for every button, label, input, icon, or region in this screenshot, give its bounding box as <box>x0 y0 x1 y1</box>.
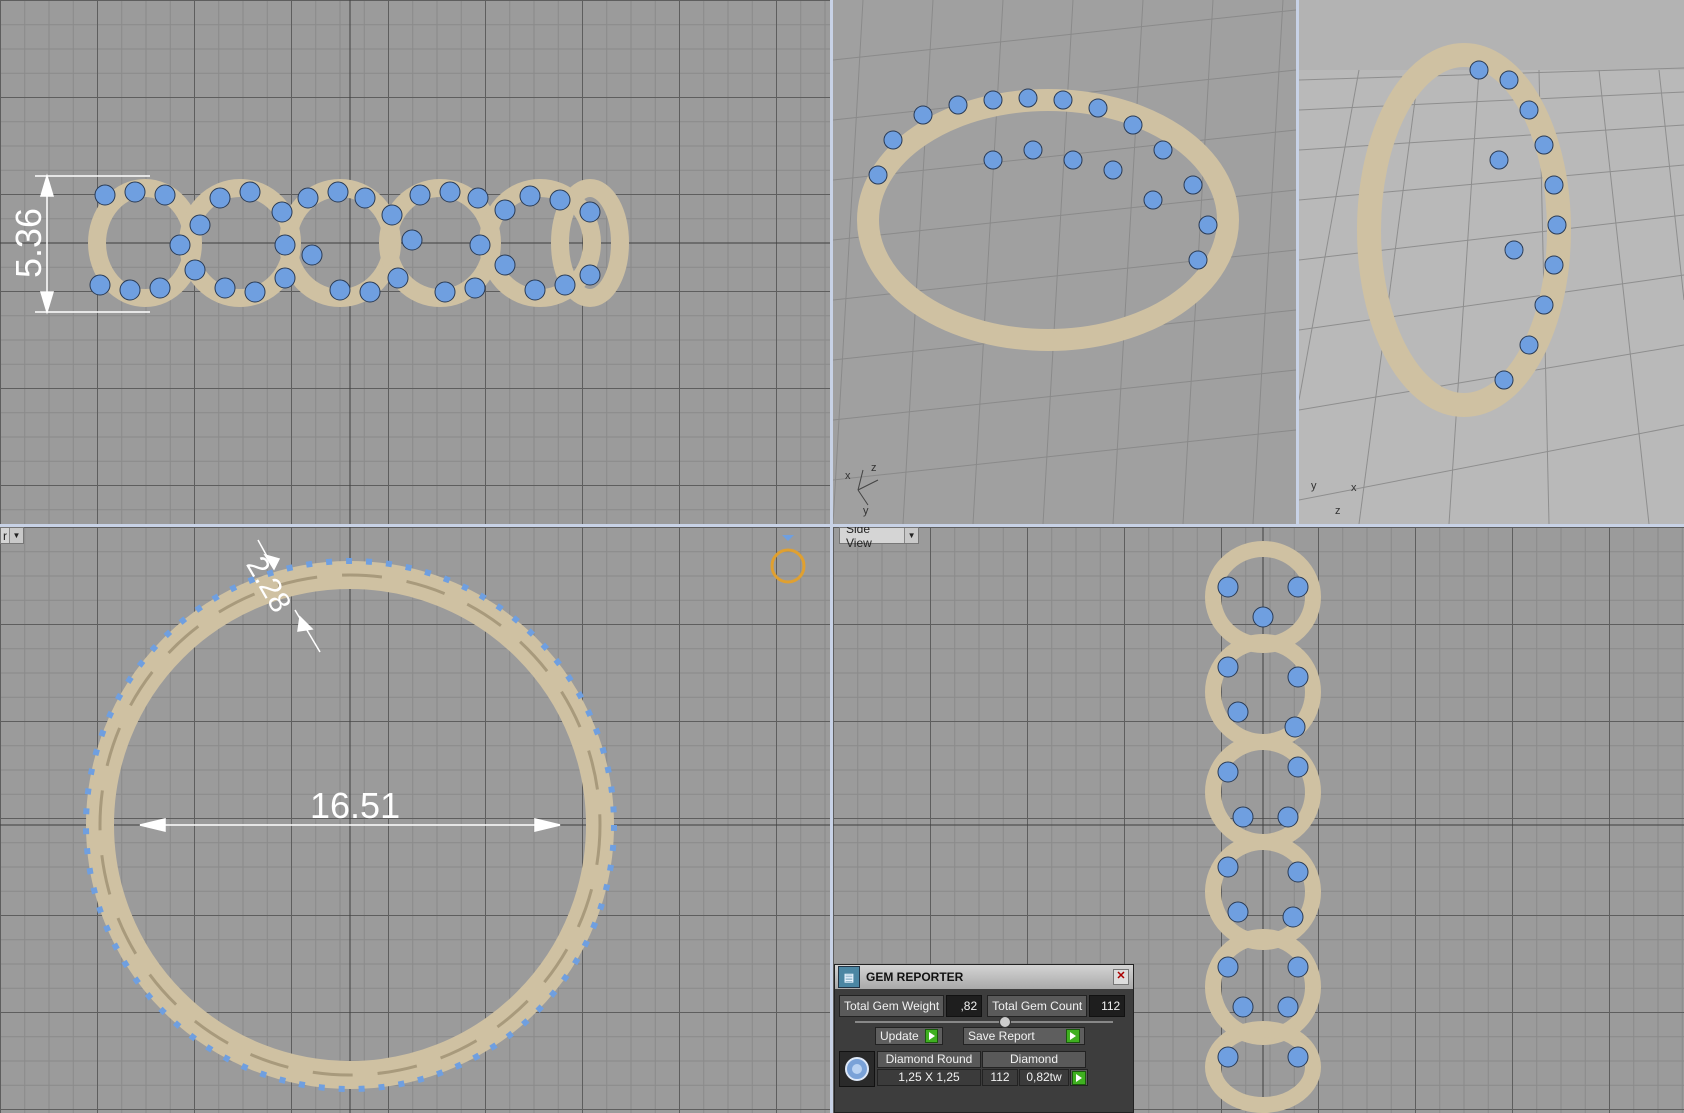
totals-row: Total Gem Weight ,82 Total Gem Count 112 <box>835 995 1133 1017</box>
axis2-label-z: z <box>1335 505 1341 517</box>
gem-shape: Diamond Round <box>877 1051 981 1068</box>
top-view-dropdown[interactable]: r ▼ <box>0 527 24 544</box>
chevron-down-icon: ▼ <box>9 528 23 543</box>
play-icon <box>1066 1029 1080 1043</box>
axis-label-y: y <box>863 505 869 517</box>
ring-gizmo-icon <box>770 535 806 584</box>
total-weight-value[interactable]: ,82 <box>946 995 983 1017</box>
chevron-down-icon: ▼ <box>904 528 918 543</box>
close-icon[interactable]: ✕ <box>1113 969 1129 985</box>
gem-row-go-button[interactable] <box>1070 1069 1088 1086</box>
ring-perspective-body <box>857 89 1239 351</box>
viewport-separator-horizontal[interactable] <box>0 524 1684 527</box>
ring-perspective-gems <box>868 88 1218 270</box>
side-view-label: Side View <box>846 527 872 550</box>
top-view-label: r <box>3 528 7 543</box>
total-weight-label: Total Gem Weight <box>839 995 945 1017</box>
axis-label-z: z <box>871 462 877 474</box>
perspective-viewport-1[interactable]: x z y <box>833 0 1296 524</box>
ring-front-gems <box>89 181 601 303</box>
axis2-label-x: x <box>1351 482 1357 494</box>
gem-count: 112 <box>982 1069 1018 1086</box>
panel-slider[interactable] <box>855 1016 1113 1028</box>
ring-perspective-2-gems <box>1469 60 1567 390</box>
viewport-separator-vertical-top[interactable] <box>1296 0 1299 524</box>
update-button-label: Update <box>880 1029 919 1043</box>
actions-row: Update Save Report <box>835 1027 1133 1045</box>
gem-material: Diamond <box>982 1051 1086 1068</box>
save-report-button[interactable]: Save Report <box>963 1027 1085 1045</box>
gem-reporter-icon: ▤ <box>838 966 860 988</box>
diamond-thumbnail-icon[interactable] <box>839 1051 875 1087</box>
side-view-dropdown[interactable]: Side View ▼ <box>839 527 919 550</box>
perspective-viewport-2[interactable]: y x z <box>1299 0 1684 524</box>
gem-reporter-title: GEM REPORTER <box>866 970 964 984</box>
height-dimension-text: 5.36 <box>8 207 49 278</box>
top-viewport[interactable]: r ▼ 16.51 2.28 <box>0 527 830 1113</box>
perspective-view-2-render <box>1299 0 1684 524</box>
total-count-value[interactable]: 112 <box>1089 995 1126 1017</box>
top-view-render <box>0 527 830 1113</box>
play-icon <box>924 1029 938 1043</box>
gem-weight: 0,82tw <box>1019 1069 1069 1086</box>
gem-table: Diamond Round Diamond 1,25 X 1,25 112 0,… <box>839 1051 1129 1087</box>
axis2-label-y: y <box>1311 480 1317 492</box>
front-view-render <box>0 0 830 524</box>
diameter-dimension-text: 16.51 <box>310 785 401 826</box>
gem-reporter-panel: ▤ GEM REPORTER ✕ Total Gem Weight ,82 To… <box>834 964 1134 1113</box>
front-viewport[interactable]: 5.36 <box>0 0 830 524</box>
total-count-label: Total Gem Count <box>987 995 1088 1017</box>
save-report-button-label: Save Report <box>968 1029 1035 1043</box>
update-button[interactable]: Update <box>875 1027 943 1045</box>
gem-reporter-titlebar[interactable]: ▤ GEM REPORTER ✕ <box>835 965 1133 989</box>
perspective-view-1-render <box>833 0 1296 524</box>
viewport-separator-vertical[interactable] <box>830 0 833 1113</box>
axis-label-x: x <box>845 470 851 482</box>
gem-size: 1,25 X 1,25 <box>877 1069 981 1086</box>
play-icon <box>1072 1070 1086 1085</box>
slider-knob[interactable] <box>999 1016 1011 1028</box>
